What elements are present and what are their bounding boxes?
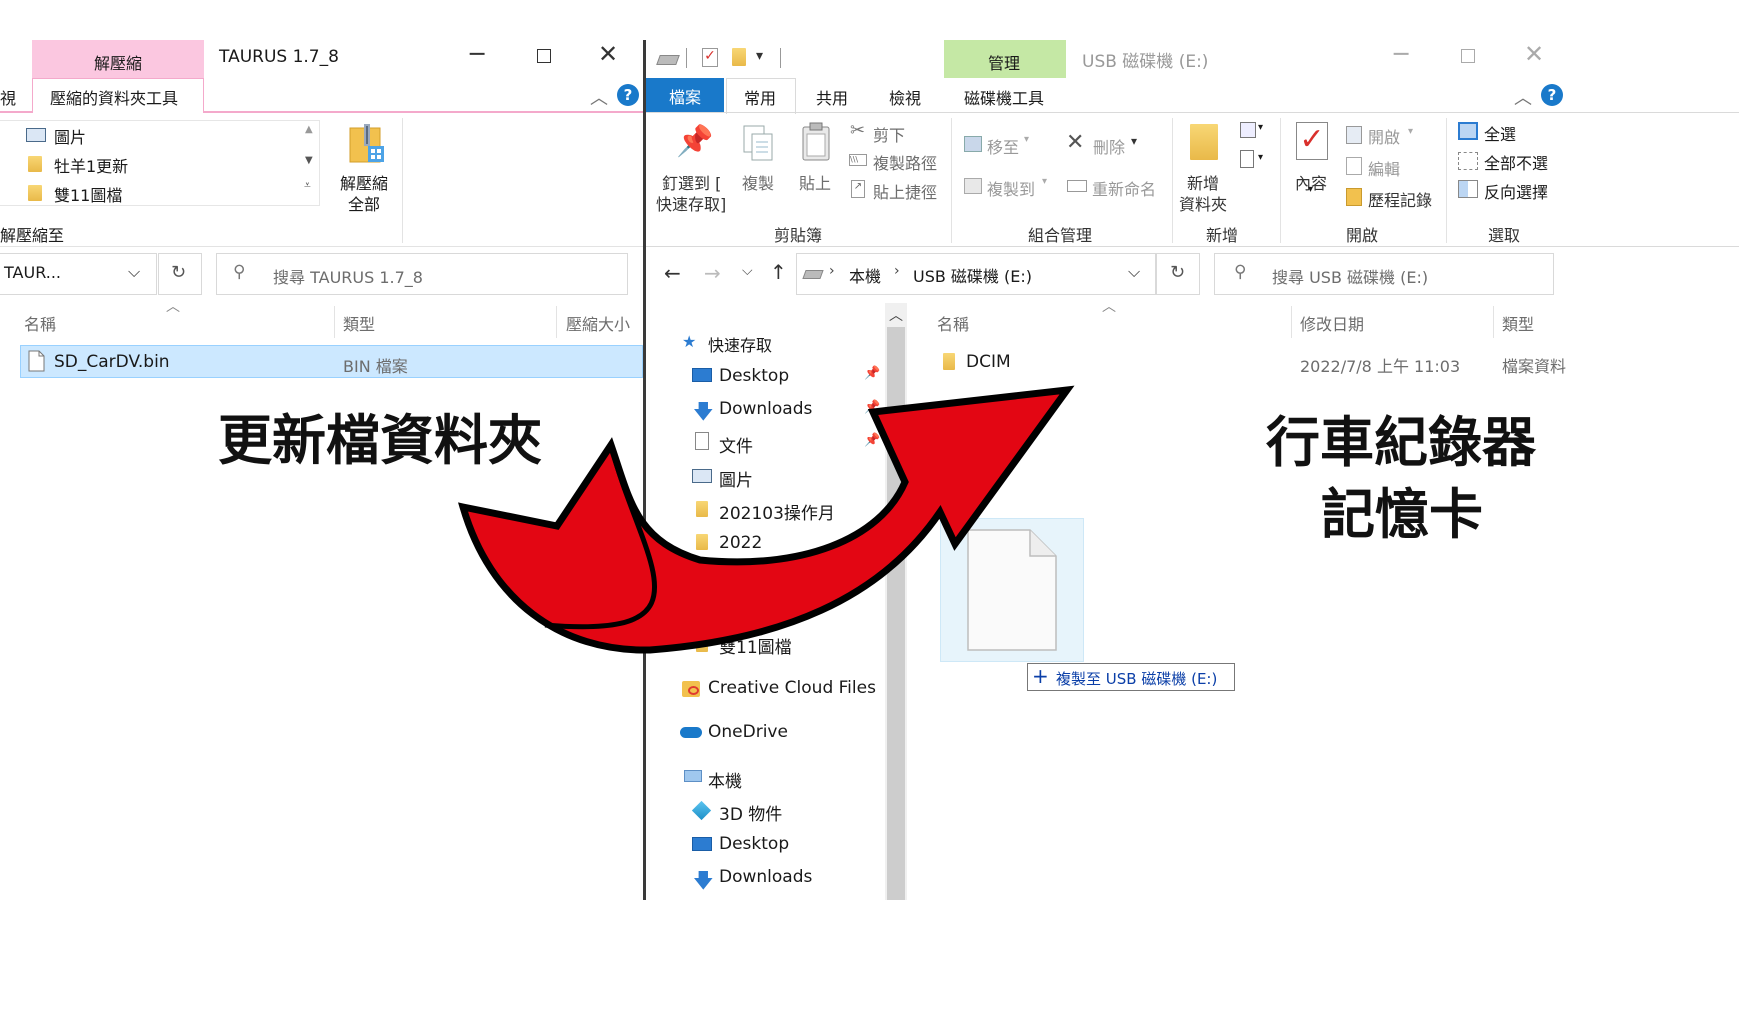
red-arrow [458, 385, 1075, 654]
red-arrow-shape [458, 385, 1075, 654]
